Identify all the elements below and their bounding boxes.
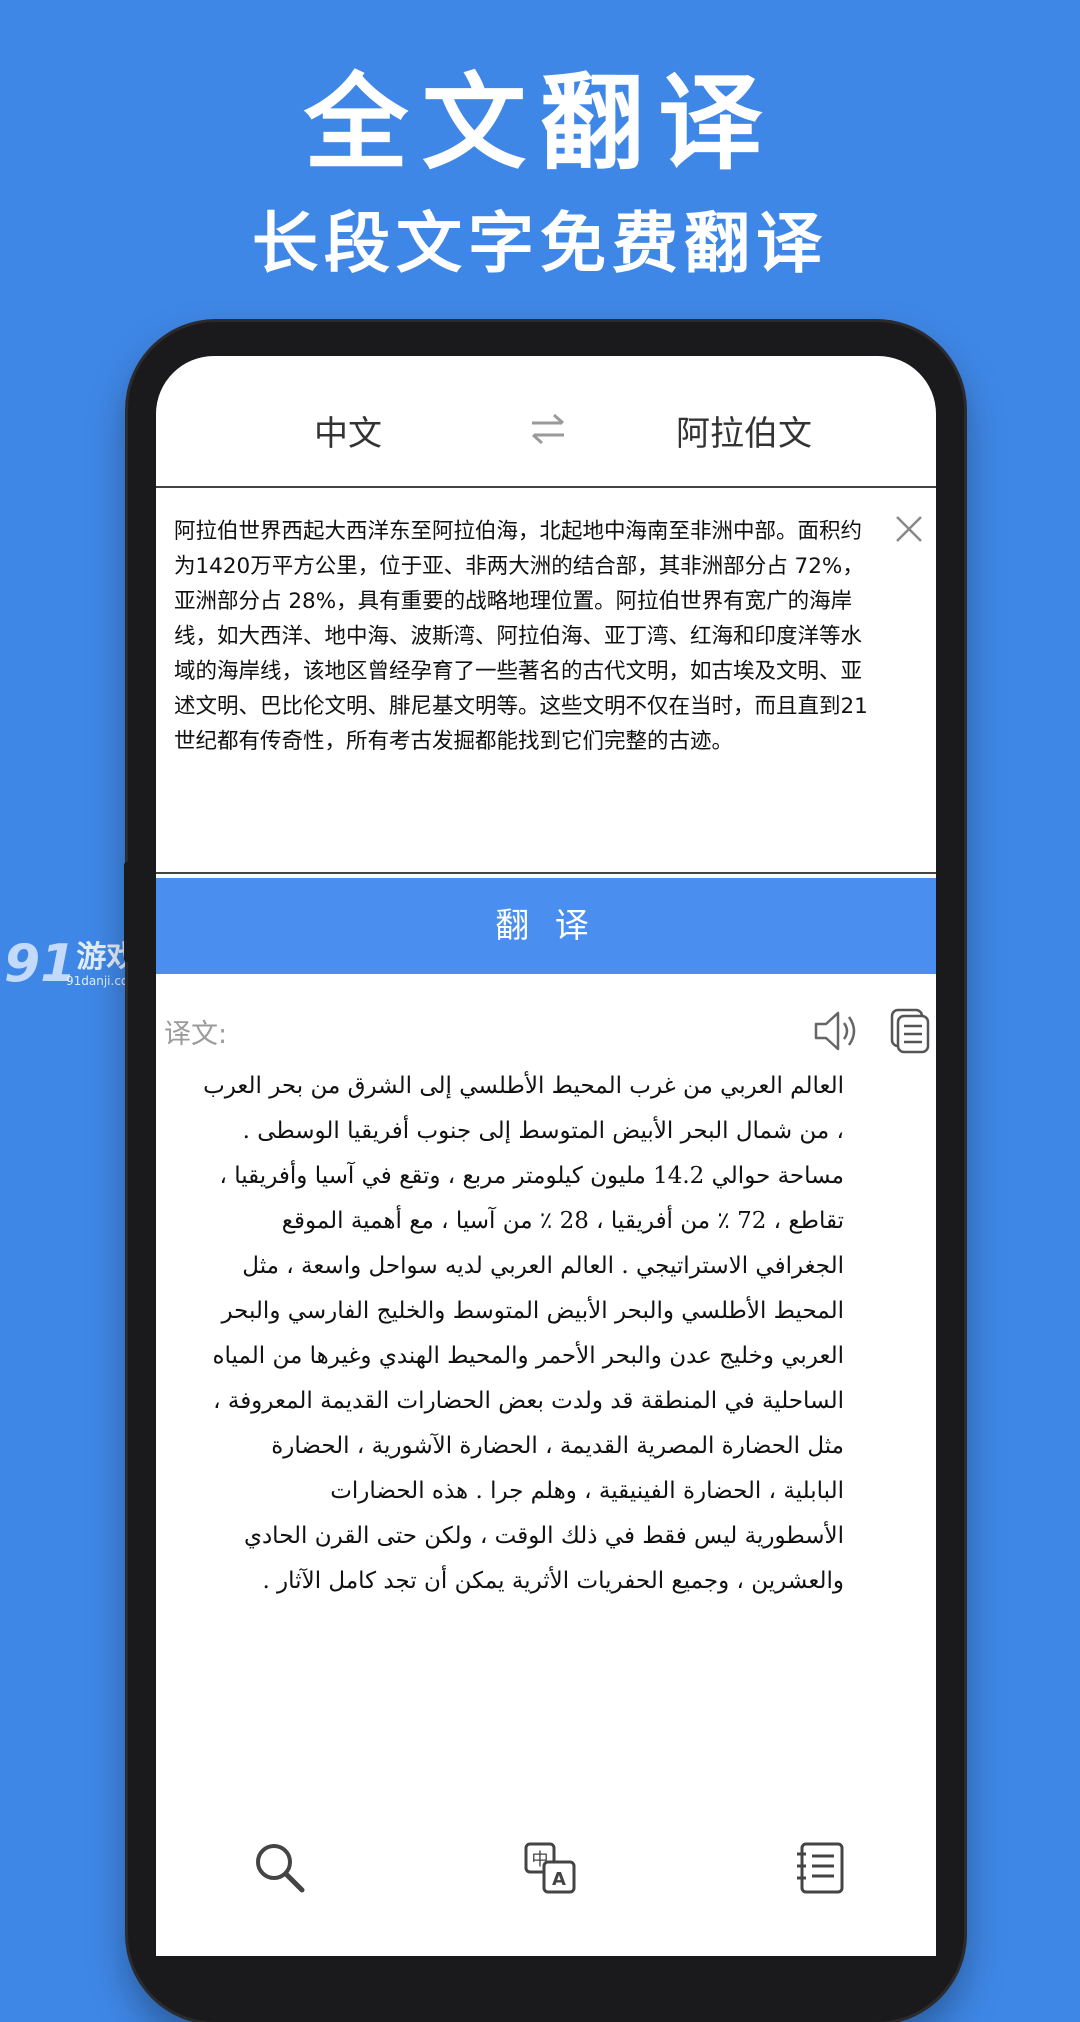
target-language-button[interactable]: 阿拉伯文	[676, 406, 812, 455]
translation-line: مساحة حوالي 14.2 مليون كيلومتر مربع ، وت…	[219, 1163, 844, 1189]
translation-line: العربي وخليج عدن والبحر الأحمر والمحيط ا…	[212, 1343, 844, 1369]
translation-line: الأسطورية ليس فقط في ذلك الوقت ، ولكن حت…	[243, 1523, 844, 1549]
notebook-icon[interactable]	[792, 1840, 848, 1896]
search-icon[interactable]	[252, 1840, 308, 1896]
result-label: 译文:	[164, 1019, 228, 1050]
banner-subtitle: 长段文字免费翻译	[252, 205, 828, 282]
bottom-nav: 中 A	[156, 1840, 936, 1930]
translation-line: الساحلية في المنطقة قد ولدت بعض الحضارات…	[213, 1388, 844, 1414]
translation-output: العالم العربي من غرب المحيط الأطلسي إلى …	[184, 1064, 844, 1604]
translation-line: مثل الحضارة المصرية القديمة ، الحضارة ال…	[271, 1433, 844, 1459]
svg-text:A: A	[552, 1869, 566, 1890]
phone-notch	[488, 334, 688, 348]
phone-side-button	[958, 592, 964, 712]
phone-screen: 中文 阿拉伯文 阿拉伯世界西起大西洋东至阿拉伯海，北起地中海南至非洲中部。面积约…	[156, 356, 936, 1956]
source-text-input[interactable]: 阿拉伯世界西起大西洋东至阿拉伯海，北起地中海南至非洲中部。面积约为1420万平方…	[156, 488, 936, 874]
language-bar: 中文 阿拉伯文	[156, 356, 936, 488]
phone-side-button	[124, 862, 130, 962]
speaker-icon[interactable]	[812, 1006, 862, 1056]
close-icon[interactable]	[894, 514, 924, 544]
swap-arrows-icon[interactable]	[528, 412, 568, 446]
translate-icon[interactable]: 中 A	[522, 1840, 578, 1896]
translation-line: تقاطع ، 72 ٪ من أفريقيا ، 28 ٪ من آسيا ،…	[281, 1208, 844, 1234]
phone-side-button	[958, 882, 964, 982]
translation-line: البابلية ، الحضارة الفينيقية ، وهلم جرا …	[330, 1478, 844, 1504]
translation-line: والعشرين ، وجميع الحفريات الأثرية يمكن أ…	[262, 1568, 844, 1594]
banner-title: 全文翻译	[303, 62, 776, 184]
translation-line: العالم العربي من غرب المحيط الأطلسي إلى …	[203, 1073, 844, 1099]
translate-button[interactable]: 翻 译	[156, 878, 936, 974]
translation-line: ، من شمال البحر الأبيض المتوسط إلى جنوب …	[242, 1118, 844, 1144]
translation-line: الجغرافي الاستراتيجي . العالم العربي لدي…	[242, 1253, 844, 1279]
watermark-logo: 91游戏 91danji.com	[4, 934, 140, 994]
source-language-button[interactable]: 中文	[314, 406, 382, 455]
translation-line: المحيط الأطلسي والبحر الأبيض المتوسط وال…	[221, 1298, 844, 1324]
copy-icon[interactable]	[888, 1008, 932, 1054]
source-text[interactable]: 阿拉伯世界西起大西洋东至阿拉伯海，北起地中海南至非洲中部。面积约为1420万平方…	[174, 514, 874, 759]
